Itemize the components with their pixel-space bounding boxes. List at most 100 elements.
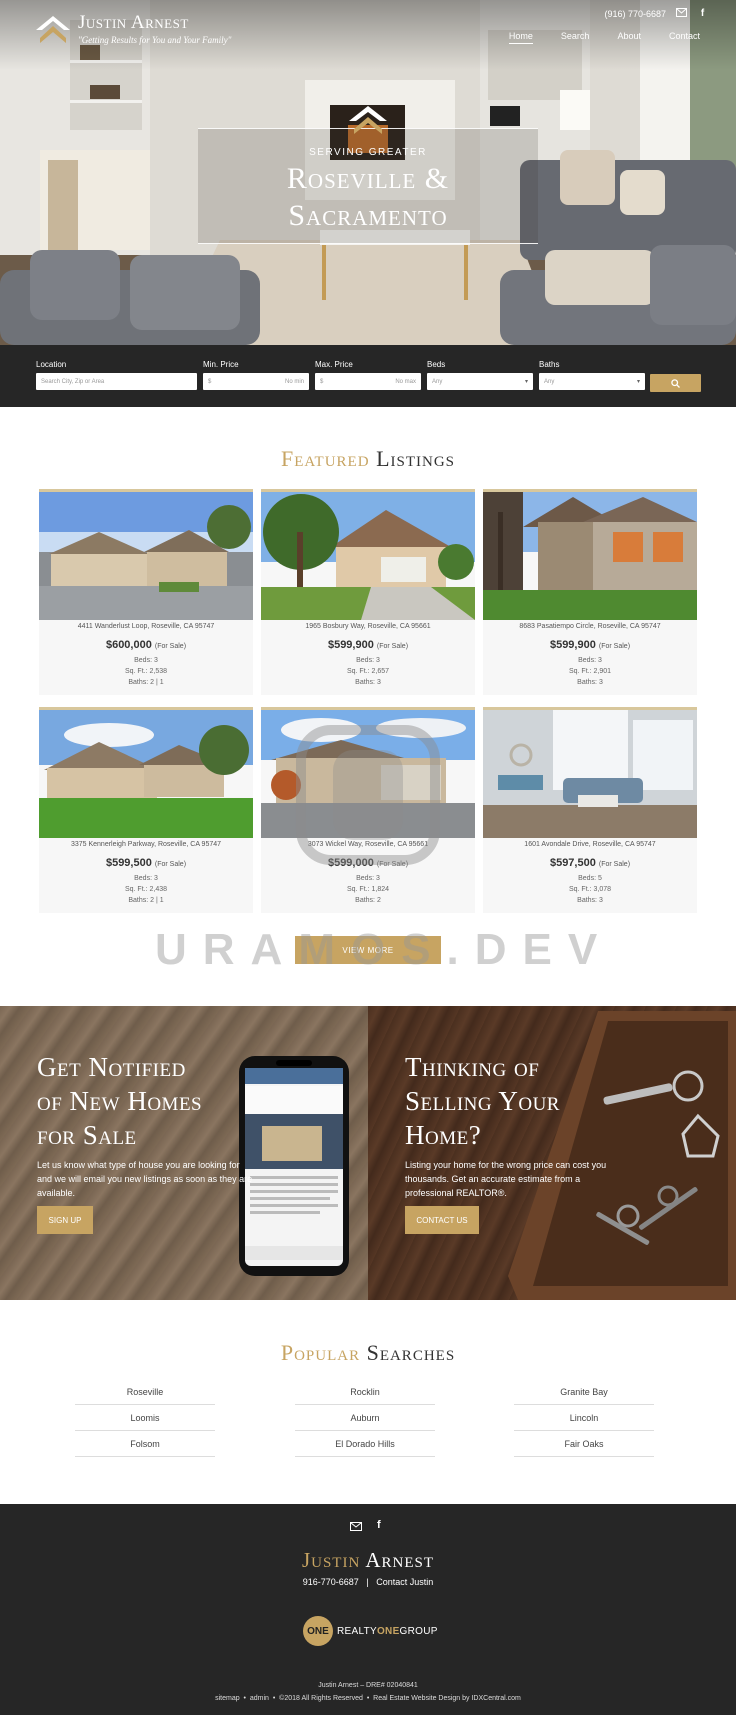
brand-text: REALTYONEGROUP [337, 1626, 438, 1637]
logo-tagline: "Getting Results for You and Your Family… [78, 35, 232, 45]
header-phone[interactable]: (916) 770-6687 [604, 9, 666, 19]
popular-search-link[interactable]: El Dorado Hills [295, 1439, 435, 1457]
listing-card[interactable]: 8683 Pasatiempo Circle, Roseville, CA 95… [483, 489, 697, 695]
footer-link-idxcentral[interactable]: Real Estate Website Design by IDXCentral… [373, 1695, 521, 1702]
page: Justin Arnest "Getting Results for You a… [0, 0, 736, 1715]
hero-section: Justin Arnest "Getting Results for You a… [0, 0, 736, 345]
popular-search-link[interactable]: Granite Bay [514, 1387, 654, 1405]
listing-card[interactable]: 1965 Bosbury Way, Roseville, CA 95661 $5… [261, 489, 475, 695]
listing-card[interactable]: 1601 Avondale Drive, Roseville, CA 95747… [483, 707, 697, 913]
notify-text-line: available. [37, 1188, 76, 1198]
max-price-field: Max. Price $ No max [315, 360, 421, 390]
baths-label: Baths [539, 360, 560, 369]
location-placeholder: Search City, Zip or Area [41, 378, 105, 385]
min-price-input[interactable]: $ No min [203, 373, 309, 390]
min-price-label: Min. Price [203, 360, 239, 369]
listing-beds: Beds: 3 [356, 657, 380, 664]
popular-searches-title: Popular Searches [0, 1340, 736, 1366]
watermark-logo-icon [296, 725, 440, 865]
popular-search-link[interactable]: Fair Oaks [514, 1439, 654, 1457]
footer-name-first: Justin [301, 1548, 361, 1572]
notify-title-line: for Sale [37, 1120, 137, 1150]
listing-price: $599,900 (For Sale) [483, 639, 697, 651]
nav-contact[interactable]: Contact [669, 31, 700, 44]
sell-text-line: Listing your home for the wrong price ca… [405, 1160, 607, 1170]
listing-price: $597,500 (For Sale) [483, 857, 697, 869]
top-contact-bar: (916) 770-6687 f [604, 8, 708, 19]
listing-address: 1965 Bosbury Way, Roseville, CA 95661 [305, 623, 431, 630]
baths-select[interactable]: Any ▾ [539, 373, 645, 390]
search-button[interactable] [650, 374, 701, 392]
popular-title-rest: Searches [366, 1340, 456, 1365]
nav-home[interactable]: Home [508, 31, 533, 44]
site-footer: f Justin Arnest 916-770-6687 | Contact J… [0, 1504, 736, 1715]
max-price-placeholder: No max [395, 378, 416, 385]
footer-separator: | [366, 1577, 369, 1587]
watermark-text: URAMOS.DEV [155, 925, 614, 974]
listing-sqft: Sq. Ft.: 2,538 [124, 668, 168, 675]
listing-card[interactable]: 3375 Kennerleigh Parkway, Roseville, CA … [39, 707, 253, 913]
envelope-icon[interactable] [676, 8, 687, 19]
listing-photo[interactable] [39, 710, 253, 838]
listing-status: (For Sale) [376, 643, 409, 650]
sell-text: Listing your home for the wrong price ca… [405, 1158, 645, 1200]
footer-contact-link[interactable]: Contact Justin [376, 1577, 433, 1587]
popular-search-link[interactable]: Loomis [75, 1413, 215, 1431]
main-nav: Home Search About Contact [508, 31, 700, 44]
popular-search-link[interactable]: Rocklin [295, 1387, 435, 1405]
site-logo[interactable]: Justin Arnest "Getting Results for You a… [36, 12, 231, 45]
notify-title-line: Get Notified [37, 1052, 186, 1082]
footer-links: sitemap • admin • ©2018 All Rights Reser… [0, 1695, 736, 1702]
max-price-prefix: $ [320, 378, 324, 385]
listing-card[interactable]: 4411 Wanderlust Loop, Roseville, CA 9574… [39, 489, 253, 695]
sell-text-line: thousands. Get an accurate estimate from… [405, 1174, 581, 1184]
baths-value: Any [544, 378, 555, 385]
realty-one-group-logo[interactable]: ONE REALTYONEGROUP [303, 1616, 438, 1646]
listing-photo[interactable] [483, 710, 697, 838]
notify-title-line: of New Homes [37, 1086, 203, 1116]
nav-search[interactable]: Search [561, 31, 590, 44]
facebook-icon[interactable]: f [697, 8, 708, 19]
listing-price-value: $599,900 [327, 639, 374, 651]
min-price-field: Min. Price $ No min [203, 360, 309, 390]
baths-field: Baths Any ▾ [539, 360, 645, 390]
listing-photo[interactable] [483, 492, 697, 620]
contact-us-button[interactable]: CONTACT US [405, 1206, 479, 1234]
sell-title-line: Thinking of [405, 1052, 540, 1082]
facebook-icon[interactable]: f [377, 1519, 381, 1531]
max-price-input[interactable]: $ No max [315, 373, 421, 390]
brand-pre: REALTY [337, 1625, 377, 1637]
listing-baths: Baths: 2 | 1 [128, 897, 164, 904]
popular-search-link[interactable]: Roseville [75, 1387, 215, 1405]
listing-status: (For Sale) [154, 643, 187, 650]
beds-field: Beds Any ▾ [427, 360, 533, 390]
popular-search-link[interactable]: Lincoln [514, 1413, 654, 1431]
listing-price-value: $600,000 [105, 639, 152, 651]
listing-baths: Baths: 2 | 1 [128, 679, 164, 686]
house-logo-icon [36, 15, 70, 43]
sign-up-button[interactable]: SIGN UP [37, 1206, 93, 1234]
featured-title-rest: Listings [376, 446, 456, 471]
sell-title-line: Selling Your [405, 1086, 560, 1116]
listing-price: $600,000 (For Sale) [39, 639, 253, 651]
beds-select[interactable]: Any ▾ [427, 373, 533, 390]
popular-search-link[interactable]: Folsom [75, 1439, 215, 1457]
listing-status: (For Sale) [598, 643, 631, 650]
listing-beds: Beds: 3 [134, 657, 158, 664]
footer-link-sitemap[interactable]: sitemap [215, 1695, 240, 1702]
nav-about[interactable]: About [617, 31, 641, 44]
footer-phone[interactable]: 916-770-6687 [303, 1577, 359, 1587]
popular-search-link[interactable]: Auburn [295, 1413, 435, 1431]
envelope-icon[interactable] [350, 1522, 362, 1534]
footer-link-admin[interactable]: admin [250, 1695, 269, 1702]
listing-beds: Beds: 5 [578, 875, 602, 882]
featured-title-gold: Featured [280, 446, 370, 471]
sell-title: Thinking of Selling Your Home? [405, 1050, 560, 1152]
footer-link-separator: • [272, 1695, 276, 1702]
listing-photo[interactable] [261, 492, 475, 620]
listing-photo[interactable] [39, 492, 253, 620]
search-icon [671, 378, 680, 388]
listing-price: $599,900 (For Sale) [261, 639, 475, 651]
footer-name: Justin Arnest [0, 1548, 736, 1573]
location-input[interactable]: Search City, Zip or Area [36, 373, 197, 390]
